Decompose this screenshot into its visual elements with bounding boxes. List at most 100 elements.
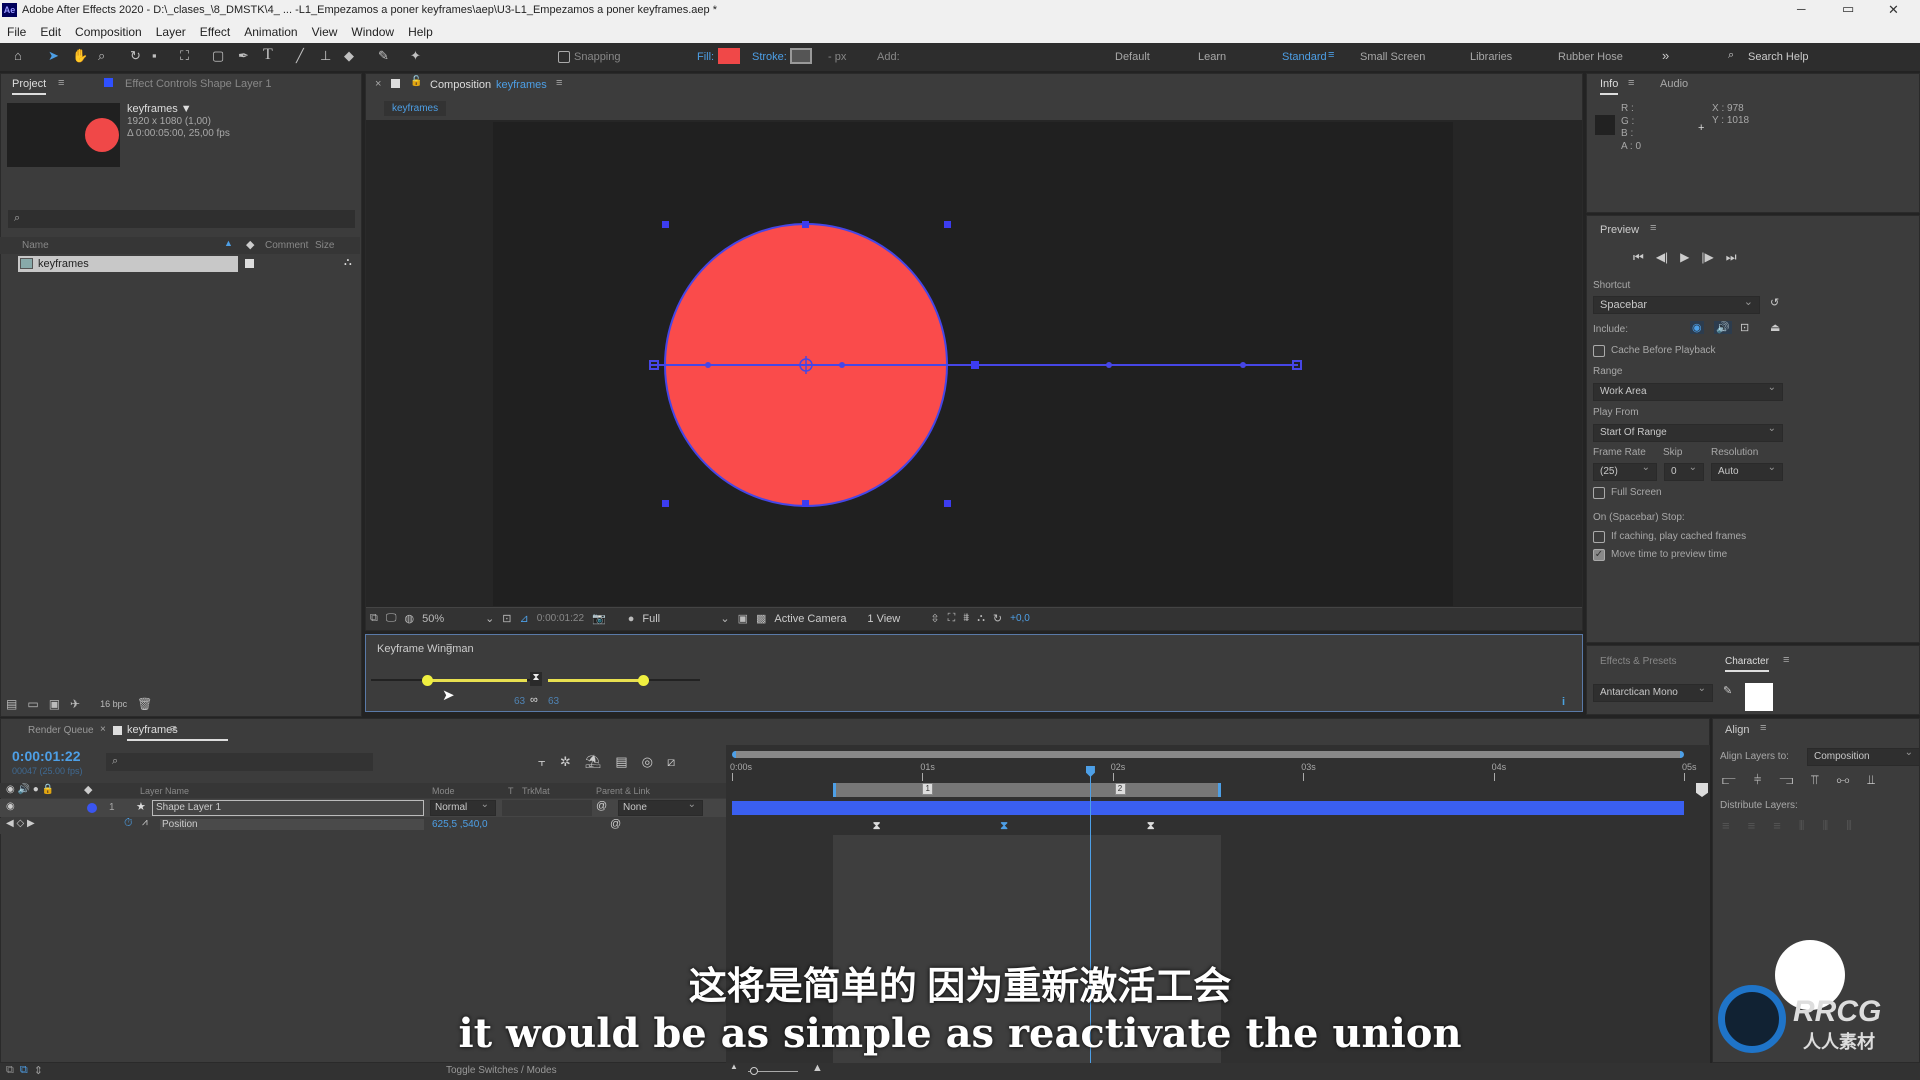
- type-tool-icon[interactable]: T: [263, 47, 273, 63]
- align-hcenter-icon[interactable]: ⫩: [1754, 772, 1761, 788]
- menu-window[interactable]: Window: [351, 25, 394, 39]
- wingman-info-icon[interactable]: i: [1562, 696, 1565, 708]
- if-caching-checkbox[interactable]: [1593, 531, 1605, 543]
- toggle-pixel-icon[interactable]: ⇳: [930, 612, 939, 625]
- tab-effects-presets[interactable]: Effects & Presets: [1600, 656, 1677, 667]
- lock-icon[interactable]: 🔓: [410, 76, 422, 87]
- draft-3d-icon[interactable]: ✲: [560, 754, 571, 770]
- play-icon[interactable]: ▶: [1680, 250, 1689, 265]
- graph-icon[interactable]: ⩘: [142, 817, 148, 828]
- hourglass-icon[interactable]: ⧗: [530, 672, 542, 686]
- align-right-icon[interactable]: ⫎: [1779, 772, 1793, 788]
- first-frame-icon[interactable]: ⏮: [1633, 250, 1644, 265]
- close-tab-icon[interactable]: ×: [375, 78, 381, 90]
- tab-project[interactable]: Project: [12, 78, 47, 95]
- rectangle-tool-icon[interactable]: ▢: [212, 49, 224, 63]
- eraser-tool-icon[interactable]: ◆: [344, 49, 354, 63]
- view-layout-dropdown[interactable]: 1 View: [867, 613, 922, 625]
- visibility-eye-icon[interactable]: ◉: [6, 801, 15, 812]
- minimize-button[interactable]: ─: [1797, 2, 1806, 16]
- roto-tool-icon[interactable]: ✎: [378, 49, 389, 63]
- channel-icon[interactable]: ●: [628, 613, 635, 625]
- play-from-dropdown[interactable]: Start Of Range: [1593, 423, 1783, 442]
- font-dropdown[interactable]: Antarctican Mono: [1593, 683, 1713, 702]
- character-menu-icon[interactable]: ≡: [1783, 654, 1789, 666]
- delete-icon[interactable]: 🗑: [137, 697, 152, 711]
- col-t[interactable]: T: [508, 786, 514, 796]
- viewer-timecode[interactable]: 0:00:01:22: [537, 613, 584, 624]
- wingman-menu-icon[interactable]: ≡: [446, 641, 452, 653]
- project-search-input[interactable]: ⌕: [8, 210, 355, 228]
- property-value[interactable]: 625,5 ,540,0: [432, 819, 488, 830]
- workspace-rubber-hose[interactable]: Rubber Hose: [1558, 51, 1623, 63]
- home-icon[interactable]: ⌂: [14, 49, 22, 63]
- col-layer-name[interactable]: Layer Name: [140, 786, 189, 796]
- comp-subtab[interactable]: keyframes: [384, 101, 447, 116]
- stroke-swatch[interactable]: [790, 48, 812, 64]
- frame-blending-icon[interactable]: ▤: [615, 754, 627, 770]
- search-icon[interactable]: ⌕: [1728, 49, 1734, 62]
- shy-icon[interactable]: ⛱: [585, 754, 602, 770]
- reset-exposure-icon[interactable]: ↻: [993, 612, 1002, 625]
- align-bottom-icon[interactable]: ⫫: [1868, 772, 1875, 788]
- distribute-bottom-icon[interactable]: ≡: [1773, 818, 1781, 834]
- stopwatch-icon[interactable]: ⏱: [124, 817, 133, 830]
- new-folder-icon[interactable]: ▭: [27, 697, 38, 711]
- settings-icon[interactable]: ✈: [70, 697, 80, 711]
- align-to-dropdown[interactable]: Composition: [1807, 747, 1920, 766]
- menu-layer[interactable]: Layer: [156, 25, 186, 39]
- new-comp-icon[interactable]: ▣: [49, 697, 60, 711]
- composition-mini-flowchart-icon[interactable]: ⫟: [538, 754, 546, 770]
- motion-blur-icon[interactable]: ◎: [642, 754, 653, 770]
- tab-character[interactable]: Character: [1725, 656, 1769, 672]
- align-vcenter-icon[interactable]: ⧟: [1837, 772, 1850, 788]
- fill-color-swatch[interactable]: [1745, 683, 1773, 711]
- column-name[interactable]: Name: [22, 240, 49, 251]
- menu-composition[interactable]: Composition: [75, 25, 142, 39]
- influence-out-value[interactable]: 63: [548, 696, 559, 707]
- exposure-value[interactable]: +0,0: [1010, 613, 1030, 624]
- zoom-tool-icon[interactable]: ⌕: [98, 49, 105, 63]
- close-button[interactable]: ✕: [1888, 2, 1899, 18]
- always-preview-icon[interactable]: ⧉: [370, 612, 378, 625]
- fill-label[interactable]: Fill:: [697, 51, 714, 63]
- timeline-search-input[interactable]: ⌕: [106, 753, 373, 771]
- stroke-label[interactable]: Stroke:: [752, 51, 787, 63]
- brush-tool-icon[interactable]: ╱: [296, 49, 304, 63]
- trkmat-field[interactable]: [502, 800, 592, 816]
- move-time-checkbox[interactable]: ✓: [1593, 549, 1605, 561]
- full-screen-checkbox[interactable]: [1593, 487, 1605, 499]
- camera-dropdown[interactable]: Active Camera: [774, 613, 859, 625]
- toggle-switches-modes[interactable]: Toggle Switches / Modes: [446, 1065, 557, 1076]
- maximize-button[interactable]: ▭: [1842, 1, 1854, 17]
- zoom-dropdown[interactable]: 50%: [422, 613, 477, 625]
- align-left-icon[interactable]: ⫍: [1722, 772, 1736, 788]
- col-parent[interactable]: Parent & Link: [596, 786, 650, 796]
- keyframe[interactable]: ⧗: [1000, 820, 1008, 833]
- comp-tab-label[interactable]: Composition: [430, 79, 491, 91]
- in-out-icon[interactable]: ⇕: [34, 1064, 43, 1077]
- link-icon[interactable]: ∞: [530, 694, 538, 706]
- layer-mode-dropdown[interactable]: Normal: [430, 799, 496, 816]
- menu-view[interactable]: View: [312, 25, 338, 39]
- anchor-tool-icon[interactable]: ⛶: [180, 49, 189, 63]
- timeline-zoom-slider[interactable]: [748, 1067, 798, 1075]
- resolution-dropdown[interactable]: Auto: [1711, 462, 1783, 481]
- transparency-grid-icon[interactable]: ▩: [756, 612, 766, 625]
- label-header-icon[interactable]: ◆: [84, 783, 92, 796]
- comp-menu-icon[interactable]: ≡: [556, 77, 562, 89]
- flowchart-icon[interactable]: ⛬: [344, 256, 352, 269]
- keyframe[interactable]: ⧗: [1147, 820, 1155, 833]
- bit-depth[interactable]: 16 bpc: [100, 699, 127, 711]
- cache-checkbox[interactable]: [1593, 345, 1605, 357]
- comp-marker[interactable]: 2: [1114, 783, 1126, 795]
- distribute-vcenter-icon[interactable]: ≡: [1748, 818, 1756, 834]
- project-menu-icon[interactable]: ≡: [58, 77, 64, 89]
- camera-tool-icon[interactable]: ▪: [152, 49, 157, 63]
- transfer-controls-icon[interactable]: ⧉: [20, 1064, 28, 1077]
- next-frame-icon[interactable]: |▶︎: [1701, 250, 1713, 265]
- distribute-top-icon[interactable]: ≡: [1722, 818, 1730, 834]
- layer-duration-bar[interactable]: [732, 801, 1684, 815]
- layer-name-field[interactable]: Shape Layer 1: [152, 800, 424, 816]
- add-label[interactable]: Add:: [877, 51, 900, 63]
